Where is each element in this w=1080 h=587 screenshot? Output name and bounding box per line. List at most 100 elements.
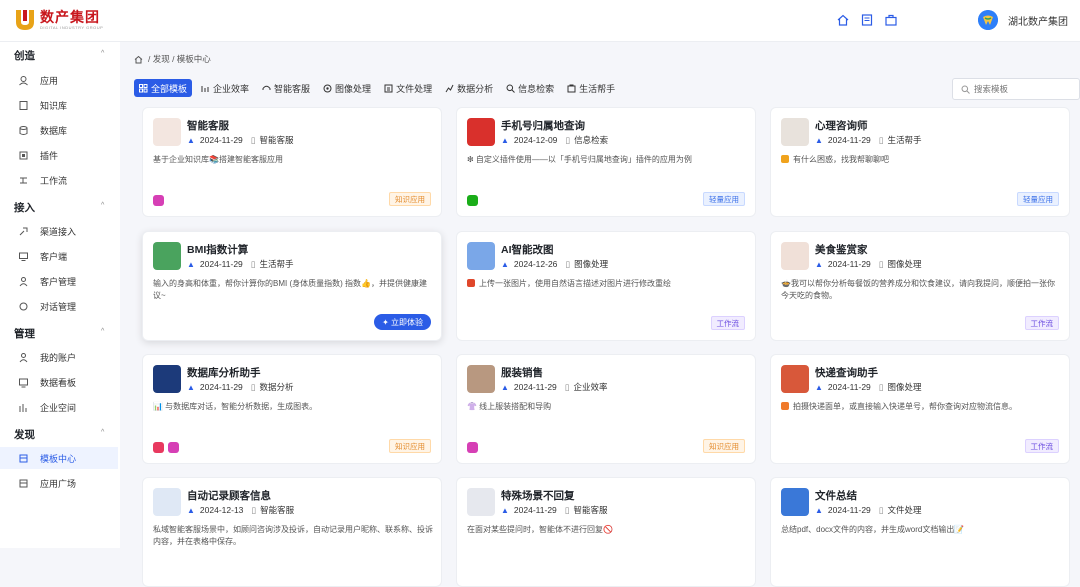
template-thumbnail-icon <box>467 365 495 393</box>
enterprise-icon <box>19 403 27 412</box>
card-meta: ▲ 2024-11-29 ▯ 智能客服 <box>187 134 293 146</box>
platform-icons <box>153 442 179 453</box>
tab-data-analysis[interactable]: 数据分析 <box>441 79 497 97</box>
tab-efficiency[interactable]: 企业效率 <box>197 79 253 97</box>
bar-icon <box>201 85 209 92</box>
card-description: 私域智能客服场景中，如顾问咨询涉及投诉，自动记录用户昵称、联系称、投诉内容，并在… <box>153 524 433 548</box>
tab-file[interactable]: 文件处理 <box>380 79 436 97</box>
template-card[interactable]: 服装销售 ▲ 2024-11-29 ▯ 企业效率 👚 线上服装搭配和导购 知识应… <box>456 354 756 464</box>
home-icon[interactable] <box>134 55 143 64</box>
sidebar-item-customer[interactable]: 客户管理 <box>0 270 118 292</box>
template-card[interactable]: 美食鉴赏家 ▲ 2024-11-29 ▯ 图像处理 🍲我可以帮你分析每餐饭的营养… <box>770 231 1070 341</box>
sidebar-item-label: 应用广场 <box>40 478 77 489</box>
bookmark-icon: ▯ <box>565 134 571 145</box>
sidebar-item-account[interactable]: 我的账户 <box>0 346 118 368</box>
type-badge: 轻量应用 <box>703 192 745 206</box>
template-thumbnail-icon <box>467 118 495 146</box>
sidebar-item-dashboard[interactable]: 数据看板 <box>0 371 118 393</box>
analytics-icon <box>445 84 454 92</box>
template-card[interactable]: 快递查询助手 ▲ 2024-11-29 ▯ 图像处理 拍摄快递面单，或直接输入快… <box>770 354 1070 464</box>
card-meta: ▲ 2024-12-13 ▯ 智能客服 <box>187 504 294 516</box>
card-title: 特殊场景不回复 <box>501 490 575 502</box>
sidebar-item-app-store[interactable]: 应用广场 <box>0 472 118 494</box>
card-title: BMI指数计算 <box>187 244 249 256</box>
template-card[interactable]: 数据库分析助手 ▲ 2024-11-29 ▯ 数据分析 📊 与数据库对话，智能分… <box>142 354 442 464</box>
author-icon: ▲ <box>501 382 509 392</box>
brand-logo[interactable]: 数产集团 DIGITAL INDUSTRY GROUP <box>14 8 103 32</box>
collapse-chevron-icon[interactable]: ^ <box>101 429 104 436</box>
home-icon[interactable] <box>836 13 850 27</box>
description-lead-icon <box>781 402 789 410</box>
template-card[interactable]: 心理咨询师 ▲ 2024-11-29 ▯ 生活帮手 有什么困惑，找我帮聊聊吧 轻… <box>770 107 1070 217</box>
client-icon <box>19 252 28 261</box>
card-title: 心理咨询师 <box>815 120 868 132</box>
author-icon: ▲ <box>815 259 823 269</box>
breadcrumb: / 发现 / 模板中心 <box>134 53 211 65</box>
chat-icon <box>19 302 28 310</box>
sidebar-item-label: 模板中心 <box>40 453 77 464</box>
section-title: 发现 <box>14 429 35 441</box>
card-title: 智能客服 <box>187 120 229 132</box>
author-icon: ▲ <box>815 135 823 145</box>
tab-life[interactable]: 生活帮手 <box>563 79 619 97</box>
sidebar-item-template-center[interactable]: 模板中心 <box>0 447 118 469</box>
try-now-button[interactable]: ✦ 立即体验 <box>374 314 431 330</box>
collapse-chevron-icon[interactable]: ^ <box>101 328 104 335</box>
sparkle-icon: ✦ <box>382 317 391 327</box>
tab-all[interactable]: 全部模板 <box>134 79 193 97</box>
template-thumbnail-icon <box>467 488 495 516</box>
card-description-text: 上传一张图片，使用自然语言描述对图片进行修改重绘 <box>479 279 671 288</box>
card-date: 2024-11-29 <box>199 382 243 392</box>
card-category: 智能客服 <box>259 135 294 145</box>
sidebar-item-channel[interactable]: 渠道接入 <box>0 220 118 242</box>
card-category: 文件处理 <box>887 505 922 515</box>
search-icon <box>506 84 515 93</box>
logo-mark-icon <box>14 8 36 32</box>
card-title: 美食鉴赏家 <box>815 244 868 256</box>
template-card[interactable]: 文件总结 ▲ 2024-11-29 ▯ 文件处理 总结pdf、docx文件的内容… <box>770 477 1070 587</box>
briefcase-icon[interactable] <box>884 13 898 27</box>
section-title: 接入 <box>14 202 35 214</box>
card-date: 2024-12-26 <box>513 259 558 269</box>
tab-customer-service[interactable]: 智能客服 <box>258 79 314 97</box>
book-icon[interactable] <box>860 13 874 27</box>
search-input[interactable] <box>974 84 1074 94</box>
template-card[interactable]: 自动记录顾客信息 ▲ 2024-12-13 ▯ 智能客服 私域智能客服场景中，如… <box>142 477 442 587</box>
headset-icon <box>262 85 271 90</box>
template-card[interactable]: 手机号归属地查询 ▲ 2024-12-09 ▯ 信息检索 ❇ 自定义插件使用——… <box>456 107 756 217</box>
type-badge: 工作流 <box>710 316 745 330</box>
card-meta: ▲ 2024-12-09 ▯ 信息检索 <box>501 134 608 146</box>
collapse-chevron-icon[interactable]: ^ <box>101 202 104 209</box>
author-icon: ▲ <box>187 505 195 515</box>
template-card[interactable]: 智能客服 ▲ 2024-11-29 ▯ 智能客服 基于企业知识库📚搭建智能客服应… <box>142 107 442 217</box>
sidebar-item-workflow[interactable]: 工作流 <box>0 169 118 191</box>
customer-icon <box>19 276 28 286</box>
template-card[interactable]: 特殊场景不回复 ▲ 2024-11-29 ▯ 智能客服 在面对某些提问时，智能体… <box>456 477 756 587</box>
tab-label: 全部模板 <box>151 83 188 94</box>
tab-info-search[interactable]: 信息检索 <box>502 79 558 97</box>
bookmark-icon: ▯ <box>251 504 257 515</box>
bookmark-icon: ▯ <box>878 134 884 145</box>
sidebar-item-client[interactable]: 客户端 <box>0 245 118 267</box>
template-card[interactable]: AI智能改图 ▲ 2024-12-26 ▯ 图像处理 上传一张图片，使用自然语言… <box>456 231 756 341</box>
template-thumbnail-icon <box>467 242 495 270</box>
sidebar-item-database[interactable]: 数据库 <box>0 119 118 141</box>
card-description-text: 总结pdf、docx文件的内容，并生成word文档输出📝 <box>781 525 965 534</box>
author-icon: ▲ <box>815 505 823 515</box>
sidebar-item-chat[interactable]: 对话管理 <box>0 295 118 317</box>
tab-image[interactable]: 图像处理 <box>319 79 375 97</box>
section-title: 创造 <box>14 50 35 62</box>
collapse-chevron-icon[interactable]: ^ <box>101 50 104 57</box>
sidebar-item-knowledge[interactable]: 知识库 <box>0 94 118 116</box>
sidebar-item-app[interactable]: 应用 <box>0 69 118 91</box>
sidebar-item-plugin[interactable]: 插件 <box>0 144 118 166</box>
sidebar-item-enterprise[interactable]: 企业空间 <box>0 396 118 418</box>
card-description: 输入的身高和体重，帮你计算你的BMI (身体质量指数) 指数👍，并提供健康建议~ <box>153 278 433 302</box>
sidebar-item-label: 对话管理 <box>40 301 77 312</box>
template-thumbnail-icon <box>781 365 809 393</box>
user-menu[interactable]: 湖北数产集团 <box>978 10 1068 30</box>
card-title: 快递查询助手 <box>815 367 878 379</box>
template-search[interactable] <box>952 78 1080 100</box>
tab-label: 文件处理 <box>396 83 433 94</box>
template-card[interactable]: BMI指数计算 ▲ 2024-11-29 ▯ 生活帮手 输入的身高和体重，帮你计… <box>142 231 442 341</box>
